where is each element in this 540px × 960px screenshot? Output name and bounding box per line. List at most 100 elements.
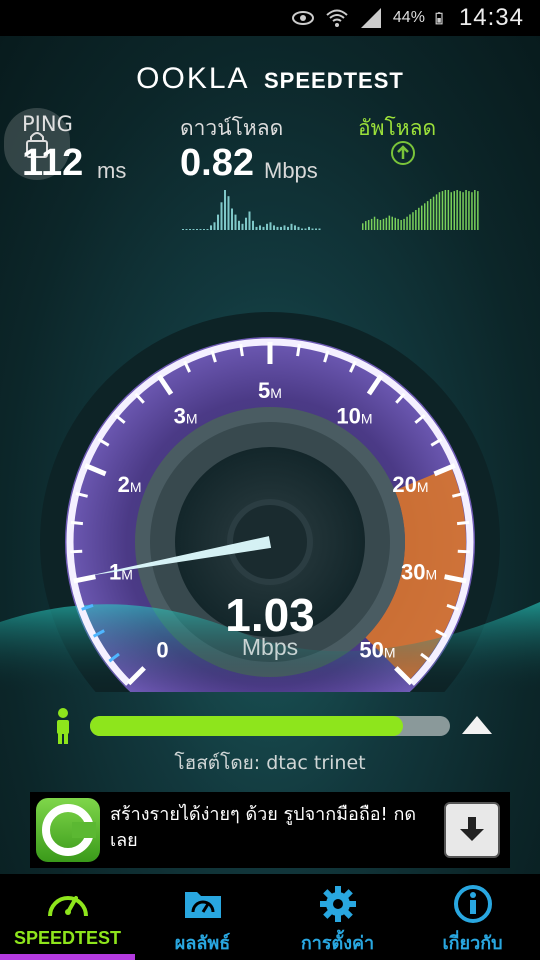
- download-graph-bar: [294, 225, 296, 230]
- eye-icon: [291, 11, 314, 25]
- download-value: 0.82: [180, 142, 254, 184]
- speedtest-screen: OOKLA SPEEDTEST PING 112 ms ดาวน์โหลด 0.…: [0, 36, 540, 874]
- download-graph-bar: [224, 190, 226, 230]
- ad-app-logo: [36, 798, 100, 862]
- download-graph-bar: [266, 223, 268, 230]
- download-graph-bar: [301, 228, 303, 230]
- download-graph-bar: [185, 229, 188, 230]
- upload-graph-bar: [397, 218, 399, 230]
- upload-graph-bar: [409, 214, 411, 230]
- battery-icon: [435, 12, 443, 25]
- info-icon: [453, 885, 492, 923]
- download-unit: Mbps: [264, 158, 318, 183]
- download-graph-bar: [220, 202, 223, 230]
- download-graph-bar: [192, 229, 195, 230]
- tab-settings[interactable]: การตั้งค่า: [270, 874, 405, 960]
- host-info: โฮสต์โดย: dtac trinet: [174, 752, 366, 774]
- wifi-icon: [326, 9, 348, 27]
- download-graph-bar: [217, 214, 219, 230]
- upload-graph-bar: [450, 192, 452, 230]
- tab-results-label: ผลลัพธ์: [174, 933, 231, 953]
- upload-graph-bar: [412, 212, 414, 230]
- upload-graph-bar: [435, 194, 438, 230]
- download-graph-bar: [308, 226, 310, 230]
- upload-graph-bar: [421, 205, 423, 230]
- download-graph-bar: [241, 223, 244, 230]
- download-graph-bar: [206, 229, 209, 230]
- download-graph-bar: [269, 222, 272, 230]
- upload-graph-bar: [376, 218, 379, 230]
- upload-graph-bar: [424, 203, 426, 230]
- ping-label: PING: [22, 112, 73, 136]
- upload-graph-bar: [447, 190, 450, 230]
- gauge-minor-tick: [456, 520, 470, 526]
- upload-graph-bar: [477, 191, 479, 230]
- upload-graph-bar: [400, 220, 402, 230]
- download-graph-bar: [234, 214, 237, 230]
- upload-graph-bar: [426, 201, 429, 230]
- gauge-minor-tick: [457, 549, 470, 554]
- signal-icon: [360, 8, 381, 28]
- progress-track: [90, 716, 450, 736]
- download-graph-bar: [252, 220, 254, 230]
- brand-name: OOKLA: [136, 62, 250, 95]
- download-graph-bar: [248, 211, 251, 230]
- ad-banner[interactable]: สร้างรายได้ง่ายๆ ด้วย รูปจากมือถือ! กดเล…: [30, 792, 510, 868]
- ad-text[interactable]: สร้างรายได้ง่ายๆ ด้วย รูปจากมือถือ! กดเล…: [110, 802, 430, 854]
- gear-icon: [319, 886, 356, 922]
- upload-graph-bar: [432, 196, 435, 230]
- download-label: ดาวน์โหลด: [180, 116, 284, 140]
- download-graph-bar: [231, 208, 233, 230]
- upload-graph-bar: [429, 198, 432, 230]
- download-graph-bar: [297, 226, 300, 230]
- progress-fill: [90, 716, 404, 736]
- upload-graph-bar: [362, 223, 364, 230]
- upload-graph-bar: [444, 190, 447, 230]
- upload-graph-bar: [456, 190, 458, 230]
- upload-graph-bar: [388, 215, 391, 230]
- download-graph-bar: [245, 217, 247, 230]
- tab-about-label: เกี่ยวกับ: [442, 933, 503, 953]
- test-progress: [0, 706, 540, 746]
- upload-graph-bar: [385, 217, 388, 230]
- status-bar: 44% 14:34: [0, 0, 540, 36]
- upload-graph-bar: [465, 190, 467, 230]
- gauge-minor-tick: [296, 343, 301, 357]
- upload-graph-bar: [453, 191, 455, 230]
- upload-graph-bar: [418, 207, 420, 230]
- download-graph-bar: [283, 225, 286, 230]
- upload-graph-bar: [367, 220, 370, 230]
- upload-graph-bar: [406, 216, 408, 230]
- ad-download-button[interactable]: [444, 802, 500, 858]
- download-graph-bar: [255, 226, 258, 230]
- download-graph-bar: [196, 229, 198, 230]
- download-graph-bar: [203, 229, 205, 230]
- download-graph-bar: [199, 229, 202, 230]
- upload-graph-bar: [394, 217, 396, 230]
- upload-graph: [362, 190, 479, 230]
- download-graph-bar: [210, 225, 212, 230]
- upload-graph-bar: [474, 190, 476, 230]
- clock: 14:34: [458, 4, 524, 31]
- c-logo-icon: [42, 804, 96, 856]
- upload-graph-bar: [415, 210, 417, 230]
- upload-graph-bar: [438, 192, 441, 230]
- download-graph-bar: [262, 226, 265, 230]
- upload-graph-bar: [391, 216, 393, 230]
- download-graph-bar: [318, 228, 321, 230]
- gauge-minor-tick: [239, 343, 244, 357]
- tab-about[interactable]: เกี่ยวกับ: [405, 874, 540, 960]
- gauge-icon: [47, 896, 88, 917]
- tab-speedtest[interactable]: SPEEDTEST: [0, 874, 135, 960]
- upload-graph-bar: [365, 221, 367, 230]
- download-graph-bar: [276, 226, 279, 230]
- upload-graph-bar: [462, 192, 464, 230]
- results-folder-icon: [184, 892, 221, 918]
- download-graph: [182, 190, 321, 230]
- download-graph-bar: [304, 228, 307, 230]
- bottom-navigation: SPEEDTEST ผลลัพธ์ การตั้งค่า เกี่ยวกับ: [0, 874, 540, 960]
- download-graph-bar: [189, 229, 191, 230]
- download-graph-bar: [238, 220, 240, 230]
- tab-results[interactable]: ผลลัพธ์: [135, 874, 270, 960]
- download-graph-bar: [213, 222, 216, 230]
